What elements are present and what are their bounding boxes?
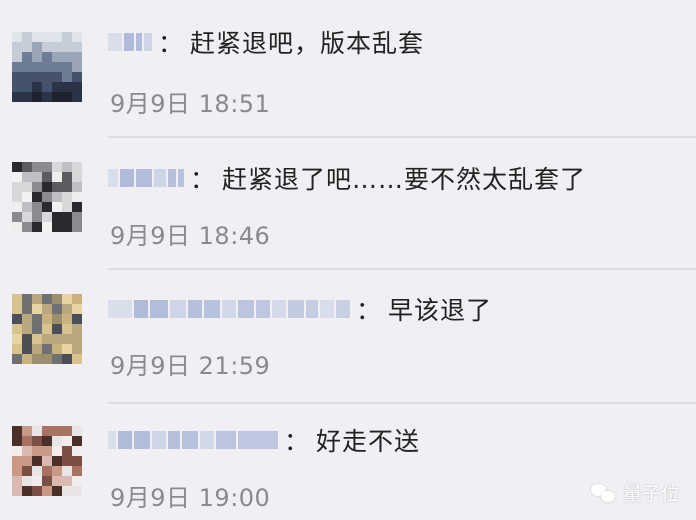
colon: ：	[284, 427, 311, 456]
comment-time: 9月9日 18:46	[110, 222, 271, 250]
avatar[interactable]	[12, 32, 82, 102]
divider	[108, 402, 696, 404]
comment-text: 赶紧退了吧……要不然太乱套了	[222, 165, 587, 194]
username-blurred[interactable]	[108, 295, 352, 323]
watermark-label: 量子位	[622, 483, 680, 505]
comment-text: 好走不送	[316, 427, 421, 456]
colon: ：	[190, 165, 217, 194]
comment-line: ： 好走不送	[108, 422, 420, 458]
divider	[108, 268, 696, 270]
avatar[interactable]	[12, 294, 82, 364]
comment-line: ： 赶紧退了吧……要不然太乱套了	[108, 160, 586, 196]
comment-time: 9月9日 18:51	[110, 90, 271, 118]
comment-time: 9月9日 21:59	[110, 352, 271, 380]
avatar[interactable]	[12, 426, 82, 496]
avatar[interactable]	[12, 162, 82, 232]
comment-line: ： 早该退了	[108, 291, 492, 327]
divider	[108, 136, 696, 138]
watermark: 量子位	[590, 479, 680, 506]
comment-time: 9月9日 19:00	[110, 484, 271, 512]
username-blurred[interactable]	[108, 426, 280, 454]
colon: ：	[158, 29, 185, 58]
comment-line: ： 赶紧退吧，版本乱套	[108, 24, 424, 60]
username-blurred[interactable]	[108, 28, 154, 56]
comment-text: 赶紧退吧，版本乱套	[190, 29, 425, 58]
username-blurred[interactable]	[108, 164, 186, 192]
comment-text: 早该退了	[388, 296, 493, 325]
colon: ：	[356, 296, 383, 325]
wechat-icon	[590, 482, 617, 504]
